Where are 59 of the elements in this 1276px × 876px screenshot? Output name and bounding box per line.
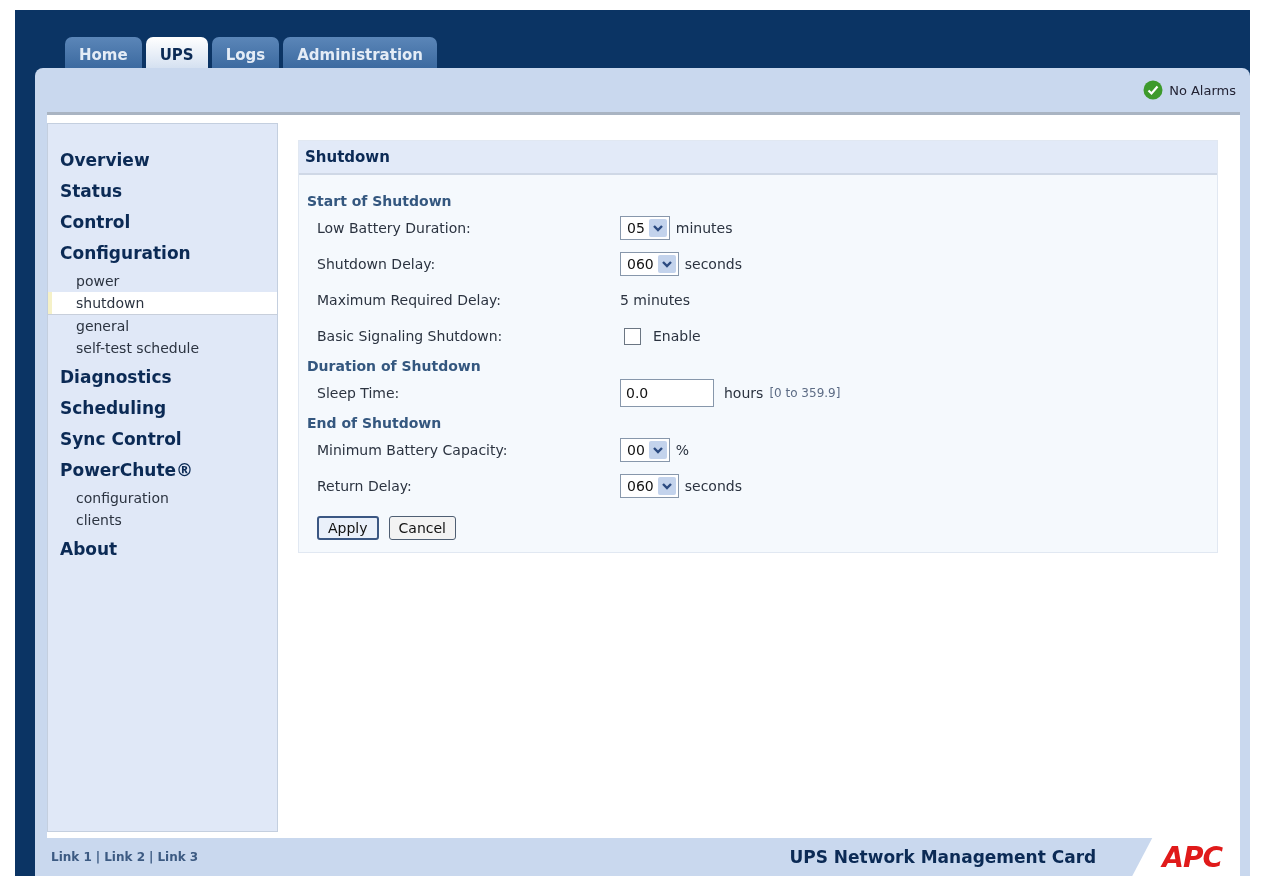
chevron-down-icon: [648, 219, 667, 237]
field-label: Minimum Battery Capacity:: [317, 442, 508, 458]
section-heading: Start of Shutdown: [307, 193, 452, 209]
tab[interactable]: Home: [65, 37, 142, 68]
link-separator: |: [95, 850, 101, 864]
nav-item[interactable]: Configuration: [48, 240, 277, 266]
dropdown[interactable]: 05: [620, 216, 670, 240]
range-hint: [0 to 359.9]: [769, 386, 841, 400]
field-label: Shutdown Delay:: [317, 256, 436, 272]
nav-subitem[interactable]: self-test schedule: [48, 337, 277, 359]
dropdown[interactable]: 060: [620, 252, 679, 276]
tab[interactable]: UPS: [145, 37, 208, 68]
form-button[interactable]: Apply: [317, 516, 379, 540]
nav-subitem[interactable]: power: [48, 270, 277, 292]
field-label: Sleep Time:: [317, 385, 400, 401]
product-name: UPS Network Management Card: [789, 847, 1098, 867]
nav-subitem[interactable]: general: [48, 315, 277, 337]
footer-link[interactable]: Link 2: [104, 850, 145, 864]
footer-link[interactable]: Link 1: [51, 850, 92, 864]
chevron-down-icon: [657, 255, 676, 273]
checkmark-icon: [1143, 80, 1164, 100]
dropdown[interactable]: 00: [620, 438, 670, 462]
unit-label: seconds: [684, 478, 742, 494]
field-label: Low Battery Duration:: [317, 220, 471, 236]
unit-label: seconds: [684, 256, 742, 272]
input-field[interactable]: 0.0: [620, 379, 714, 407]
chevron-down-icon: [648, 441, 667, 459]
nav-item[interactable]: Diagnostics: [48, 364, 277, 390]
nav-item[interactable]: Status: [48, 178, 277, 204]
section-heading: Duration of Shutdown: [307, 358, 481, 374]
nav-item[interactable]: Overview: [48, 147, 277, 173]
unit-label: hours: [724, 385, 764, 401]
link-separator: |: [149, 850, 154, 864]
field-label: Maximum Required Delay:: [317, 292, 502, 308]
panel-title: Shutdown: [299, 141, 1217, 175]
alarm-status: No Alarms: [1169, 82, 1236, 98]
section-heading: End of Shutdown: [307, 415, 442, 431]
tab[interactable]: Logs: [211, 37, 280, 68]
nav-item[interactable]: Sync Control: [48, 426, 277, 452]
checkbox[interactable]: [624, 327, 641, 345]
nav-subitem[interactable]: configuration: [48, 487, 277, 509]
nav-item[interactable]: Control: [48, 209, 277, 235]
form-button[interactable]: Cancel: [388, 516, 456, 540]
logo: APC: [1132, 838, 1240, 876]
unit-label: minutes: [675, 220, 733, 236]
unit-label: %: [675, 442, 690, 458]
nav-subitem[interactable]: clients: [48, 509, 277, 531]
checkbox-label: Enable: [653, 328, 701, 344]
nav-subitem[interactable]: shutdown: [48, 292, 277, 315]
chevron-down-icon: [657, 477, 676, 495]
nav-item[interactable]: About: [48, 536, 277, 562]
nav-item[interactable]: Scheduling: [48, 395, 277, 421]
field-label: Return Delay:: [317, 478, 412, 494]
nav-item[interactable]: PowerChute®: [48, 457, 277, 483]
field-label: Basic Signaling Shutdown:: [317, 328, 503, 344]
dropdown[interactable]: 060: [620, 474, 679, 498]
tab[interactable]: Administration: [283, 37, 438, 68]
field-value: 5 minutes: [620, 292, 691, 308]
footer-link[interactable]: Link 3: [157, 850, 199, 864]
